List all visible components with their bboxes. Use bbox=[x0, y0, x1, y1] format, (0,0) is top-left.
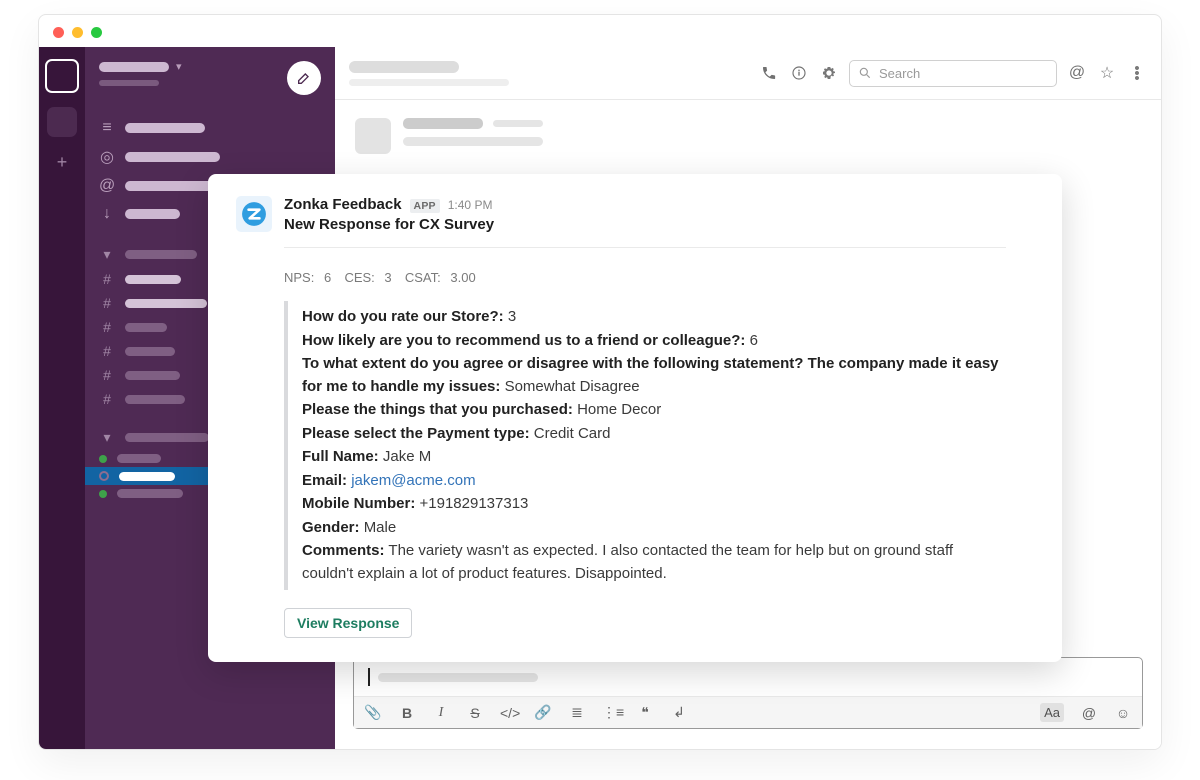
hash-icon: # bbox=[99, 367, 115, 383]
settings-button[interactable] bbox=[819, 63, 839, 83]
hash-icon: # bbox=[99, 343, 115, 359]
composer-placeholder bbox=[378, 673, 538, 682]
window-controls bbox=[53, 27, 102, 38]
info-button[interactable] bbox=[789, 63, 809, 83]
blockquote-button[interactable]: ❝ bbox=[636, 704, 654, 721]
minimize-window-button[interactable] bbox=[72, 27, 83, 38]
arrow-down-icon: ↓ bbox=[99, 205, 115, 223]
section-caret-icon: ▾ bbox=[99, 246, 115, 263]
ordered-list-button[interactable]: ≣ bbox=[568, 704, 586, 721]
message-title: New Response for CX Survey bbox=[284, 216, 494, 233]
sidebar-item-threads[interactable]: ◎ bbox=[85, 142, 335, 172]
list-icon: ≡ bbox=[99, 119, 115, 137]
gear-icon bbox=[821, 65, 837, 81]
app-name: Zonka Feedback bbox=[284, 196, 402, 213]
close-window-button[interactable] bbox=[53, 27, 64, 38]
bulleted-list-button[interactable]: ⋮≡ bbox=[602, 704, 620, 721]
attach-button[interactable]: 📎 bbox=[364, 704, 382, 721]
window-title-bar bbox=[39, 15, 1161, 47]
hash-icon: # bbox=[99, 391, 115, 407]
hash-icon: # bbox=[99, 271, 115, 287]
workspace-item-active[interactable] bbox=[45, 59, 79, 93]
app-avatar bbox=[236, 196, 272, 232]
add-workspace-button[interactable]: + bbox=[51, 151, 73, 173]
codeblock-button[interactable]: ↲ bbox=[670, 704, 688, 721]
response-body: How do you rate our Store?: 3 How likely… bbox=[284, 301, 1006, 590]
channel-header: Search @ ☆ ••• bbox=[335, 47, 1161, 100]
composer-toolbar: 📎 B I S </> 🔗 ≣ ⋮≡ ❝ ↲ Aa @ ☺ bbox=[354, 696, 1142, 728]
search-icon bbox=[858, 66, 872, 80]
italic-button[interactable]: I bbox=[432, 705, 450, 721]
zoom-window-button[interactable] bbox=[91, 27, 102, 38]
more-button[interactable]: ••• bbox=[1127, 63, 1147, 83]
mentions-button[interactable]: @ bbox=[1067, 63, 1087, 83]
workspaces-rail: + bbox=[39, 47, 85, 749]
avatar bbox=[355, 118, 391, 154]
workspace-item[interactable] bbox=[47, 107, 77, 137]
search-placeholder: Search bbox=[879, 66, 920, 81]
hash-icon: # bbox=[99, 295, 115, 311]
strike-button[interactable]: S bbox=[466, 705, 484, 721]
channel-title-placeholder bbox=[349, 61, 509, 86]
emoji-button[interactable]: ☺ bbox=[1114, 705, 1132, 721]
bold-button[interactable]: B bbox=[398, 705, 416, 721]
search-input[interactable]: Search bbox=[849, 60, 1057, 87]
hash-icon: # bbox=[99, 319, 115, 335]
zonka-logo-icon bbox=[241, 201, 267, 227]
message-placeholder bbox=[355, 118, 1141, 154]
workspace-name-placeholder bbox=[99, 62, 169, 72]
app-badge: APP bbox=[410, 199, 440, 213]
link-button[interactable]: 🔗 bbox=[534, 704, 552, 721]
sidebar-item-unreads[interactable]: ≡ bbox=[85, 114, 335, 142]
workspace-subtitle-placeholder bbox=[99, 80, 159, 86]
view-response-button[interactable]: View Response bbox=[284, 608, 412, 638]
message-time: 1:40 PM bbox=[448, 198, 493, 212]
email-link[interactable]: jakem@acme.com bbox=[351, 472, 475, 489]
info-icon bbox=[791, 65, 807, 81]
code-button[interactable]: </> bbox=[500, 705, 518, 721]
compose-button[interactable] bbox=[287, 61, 321, 95]
mentions-icon: @ bbox=[99, 177, 115, 195]
score-summary: NPS: 6 CES: 3 CSAT: 3.00 bbox=[284, 270, 1006, 285]
message-card: Zonka Feedback APP 1:40 PM New Response … bbox=[208, 174, 1062, 662]
presence-icon bbox=[99, 471, 109, 481]
formatting-toggle[interactable]: Aa bbox=[1040, 703, 1064, 722]
composer-input[interactable] bbox=[354, 658, 1142, 696]
chevron-down-icon: ▾ bbox=[176, 60, 182, 73]
mention-button[interactable]: @ bbox=[1080, 705, 1098, 721]
presence-icon bbox=[99, 455, 107, 463]
message-composer[interactable]: 📎 B I S </> 🔗 ≣ ⋮≡ ❝ ↲ Aa @ ☺ bbox=[353, 657, 1143, 729]
section-caret-icon: ▾ bbox=[99, 429, 115, 446]
text-cursor bbox=[368, 668, 370, 686]
presence-icon bbox=[99, 490, 107, 498]
compose-icon bbox=[296, 70, 312, 86]
threads-icon: ◎ bbox=[99, 147, 115, 167]
star-button[interactable]: ☆ bbox=[1097, 63, 1117, 83]
phone-icon bbox=[761, 65, 777, 81]
call-button[interactable] bbox=[759, 63, 779, 83]
